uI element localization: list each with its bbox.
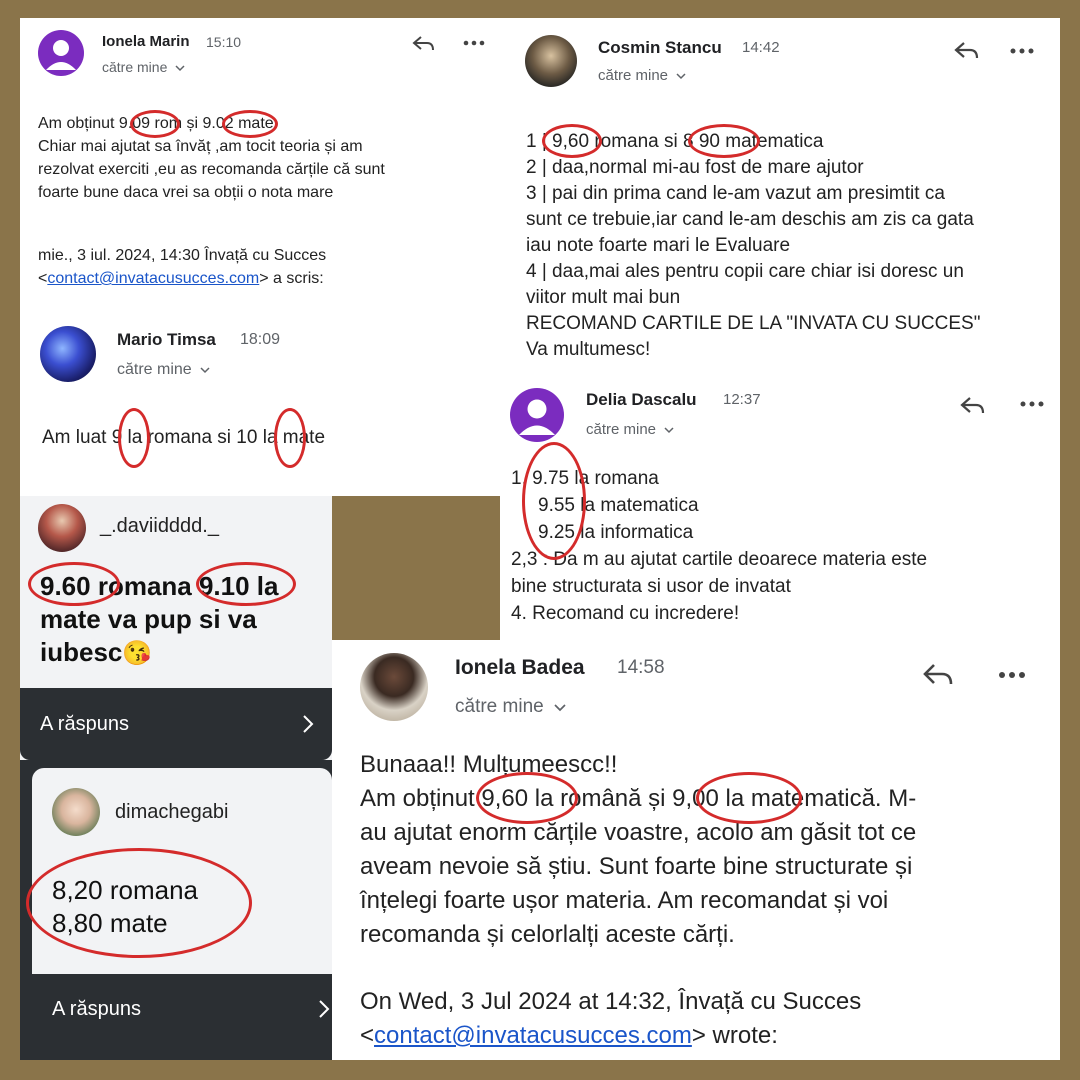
message-line: Va multumesc! <box>526 339 651 360</box>
recipient-label[interactable]: către mine <box>586 421 674 438</box>
message-line: Chiar mai ajutat sa învăț ,am tocit teor… <box>38 138 363 155</box>
chevron-down-icon <box>200 367 210 374</box>
avatar[interactable] <box>360 653 428 721</box>
message-time: 15:10 <box>206 34 242 50</box>
message-line: 9.25 la informatica <box>538 522 694 543</box>
person-icon <box>46 40 76 70</box>
reply-label: A răspuns <box>40 713 129 735</box>
recipient-label[interactable]: către mine <box>598 67 686 84</box>
more-icon[interactable] <box>463 40 485 46</box>
message-line: 2,3 : Da m au ajutat cartile deoarece ma… <box>511 549 928 570</box>
chevron-down-icon <box>664 427 674 434</box>
message-line: 3 | pai din prima cand le-am vazut am pr… <box>526 183 945 204</box>
chevron-down-icon <box>676 73 686 80</box>
sender-name: Ionela Badea <box>455 656 585 679</box>
message-line: rezolvat exerciti ,eu as recomanda cărți… <box>38 161 385 178</box>
message-line: înțelegi foarte ușor materia. Am recoman… <box>360 887 889 914</box>
email-link[interactable]: contact@invatacusucces.com <box>374 1022 692 1049</box>
person-icon <box>519 399 555 435</box>
message-line: 9.60 romana 9.10 la <box>40 571 279 601</box>
chevron-right-icon <box>319 1000 330 1018</box>
recipient-label[interactable]: către mine <box>102 59 185 75</box>
email-link[interactable]: contact@invatacusucces.com <box>47 270 259 287</box>
avatar[interactable] <box>38 30 84 76</box>
reply-bar[interactable]: A răspuns <box>32 974 332 1046</box>
email-panel-mario-timsa: Mario Timsa 18:09 către mine Am luat 9 l… <box>20 318 500 496</box>
message-time: 12:37 <box>723 391 761 408</box>
quote-header: mie., 3 iul. 2024, 14:30 Învață cu Succe… <box>38 247 327 264</box>
sender-name: Delia Dascalu <box>586 390 697 409</box>
reply-icon[interactable] <box>922 662 954 688</box>
sender-name: Cosmin Stancu <box>598 38 722 57</box>
message-line: 1 | 9,60 romana si 8 90 matematica <box>526 131 824 152</box>
message-line: recomanda și celorlalți aceste cărți. <box>360 921 735 948</box>
email-panel-ionela-badea: Ionela Badea 14:58 către mine Bunaaa!! M… <box>332 640 1060 1060</box>
quote-sender: <contact@invatacusucces.com> a scris: <box>38 270 324 287</box>
avatar[interactable] <box>525 35 577 87</box>
chevron-right-icon <box>303 715 314 733</box>
message-line: 2 | daa,normal mi-au fost de mare ajutor <box>526 157 864 178</box>
message-line: 8,80 mate <box>52 908 168 938</box>
chat-panel-dimachegabi: dimachegabi 8,20 romana 8,80 mate A răsp… <box>20 760 332 1060</box>
avatar[interactable] <box>510 388 564 442</box>
message-line: Bunaaa!! Mulțumeescc!! <box>360 751 618 778</box>
email-panel-delia-dascalu: Delia Dascalu 12:37 către mine 1. 9.75 l… <box>500 378 1060 640</box>
reply-icon[interactable] <box>412 34 436 54</box>
sender-name: Ionela Marin <box>102 33 190 50</box>
more-icon[interactable] <box>1010 48 1034 54</box>
recipient-label[interactable]: către mine <box>117 361 210 379</box>
avatar[interactable] <box>52 788 100 836</box>
message-time: 14:58 <box>617 657 665 678</box>
message-line: foarte bune daca vrei sa obții o nota ma… <box>38 184 334 201</box>
reply-icon[interactable] <box>960 395 986 417</box>
message-card: dimachegabi 8,20 romana 8,80 mate <box>26 768 332 974</box>
message-line: viitor mult mai bun <box>526 287 681 308</box>
username: _.daviidddd._ <box>100 515 219 537</box>
message-line: 1. 9.75 la romana <box>511 468 659 489</box>
message-line: RECOMAND CARTILE DE LA "INVATA CU SUCCES… <box>526 313 981 334</box>
reply-label: A răspuns <box>52 998 141 1020</box>
message-line: sunt ce trebuie,iar cand le-am deschis a… <box>526 209 974 230</box>
quote-sender: <contact@invatacusucces.com> wrote: <box>360 1022 778 1049</box>
message-line: 8,20 romana <box>52 875 198 905</box>
username: dimachegabi <box>115 801 229 823</box>
avatar[interactable] <box>40 326 96 382</box>
more-icon[interactable] <box>998 671 1026 679</box>
message-time: 18:09 <box>240 331 281 348</box>
message-line: Am obținut 9.09 rom și 9.02 mate <box>38 115 274 132</box>
avatar[interactable] <box>38 504 86 552</box>
message-line: iubesc😘 <box>40 637 153 667</box>
reply-bar[interactable]: A răspuns <box>20 688 332 760</box>
message-line: Am obținut 9,60 la română și 9,00 la mat… <box>360 785 917 812</box>
sender-name: Mario Timsa <box>117 330 216 349</box>
message-line: mate va pup si va <box>40 604 257 634</box>
quote-header: On Wed, 3 Jul 2024 at 14:32, Învață cu S… <box>360 988 862 1015</box>
message-line: 4 | daa,mai ales pentru copii care chiar… <box>526 261 964 282</box>
message-line: iau note foarte mari le Evaluare <box>526 235 791 256</box>
reply-icon[interactable] <box>954 40 980 62</box>
message-line: 9.55 la matematica <box>538 495 699 516</box>
email-panel-ionela-marin: Ionela Marin 15:10 către mine Am obținut… <box>20 18 500 318</box>
chat-panel-daviidddd: _.daviidddd._ 9.60 romana 9.10 la mate v… <box>20 496 332 760</box>
message-line: 4. Recomand cu incredere! <box>511 603 740 624</box>
more-icon[interactable] <box>1020 401 1044 407</box>
message-text: Am luat 9 la romana si 10 la mate <box>42 427 326 448</box>
message-line: au ajutat enorm cărțile voastre, acolo a… <box>360 819 917 846</box>
kiss-emoji-icon: 😘 <box>122 640 153 667</box>
email-panel-cosmin-stancu: Cosmin Stancu 14:42 către mine 1 | 9,60 … <box>500 18 1060 378</box>
message-line: bine structurata si usor de invatat <box>511 576 791 597</box>
message-time: 14:42 <box>742 39 780 56</box>
chevron-down-icon <box>554 704 566 712</box>
message-line: aveam nevoie să știu. Sunt foarte bine s… <box>360 853 913 880</box>
recipient-label[interactable]: către mine <box>455 696 566 718</box>
chevron-down-icon <box>175 65 185 72</box>
